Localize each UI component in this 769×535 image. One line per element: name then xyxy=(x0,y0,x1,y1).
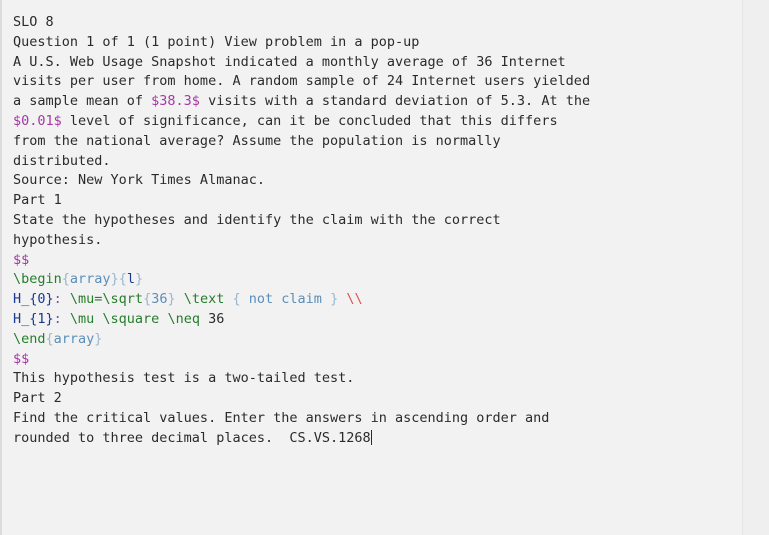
text-caret xyxy=(370,429,372,445)
end-command: \end xyxy=(13,330,46,347)
editor-line-20: Part 2 xyxy=(13,389,744,409)
line-5-text-before: a sample mean of xyxy=(13,93,152,110)
editor-line-13: $$ xyxy=(13,251,744,271)
editor-line-3: A U.S. Web Usage Snapshot indicated a mo… xyxy=(13,53,744,73)
alternative-hypothesis-identifier: H_{1} xyxy=(13,310,54,327)
editor-line-10: Part 1 xyxy=(13,191,744,211)
math-block-open-delimiter: $$ xyxy=(13,251,30,268)
open-brace: { xyxy=(61,271,70,288)
array-column-spec: l xyxy=(126,271,135,288)
open-brace: { xyxy=(118,271,127,288)
editor-line-2: Question 1 of 1 (1 point) View problem i… xyxy=(13,33,744,53)
mu-square-neq-commands: \mu \square \neq xyxy=(61,310,200,327)
line-6-text-after: level of significance, can it be conclud… xyxy=(61,112,558,129)
editor-line-1: SLO 8 xyxy=(13,13,744,33)
editor-line-17: \end{array} xyxy=(13,330,744,350)
editor-line-11: State the hypotheses and identify the cl… xyxy=(13,211,744,231)
close-brace: } xyxy=(110,271,119,288)
line-9-text: Source: New York Times Almanac. xyxy=(13,172,265,189)
open-brace: { xyxy=(143,291,152,308)
begin-command: \begin xyxy=(13,271,62,288)
latex-source-editor-pane[interactable]: SLO 8 Question 1 of 1 (1 point) View pro… xyxy=(0,0,769,535)
line-2-text: Question 1 of 1 (1 point) View problem i… xyxy=(13,33,420,50)
editor-line-5: a sample mean of $38.3$ visits with a st… xyxy=(13,92,744,112)
line-11-text: State the hypotheses and identify the cl… xyxy=(13,211,501,228)
mu-sqrt-commands: \mu=\sqrt xyxy=(61,291,144,308)
close-brace: } xyxy=(134,271,144,288)
hypothesis-value: 36 xyxy=(199,310,225,327)
editor-line-21: Find the critical values. Enter the answ… xyxy=(13,409,744,429)
line-7-text: from the national average? Assume the po… xyxy=(13,132,501,149)
math-block-close-delimiter: $$ xyxy=(13,350,30,367)
editor-line-14: \begin{array}{l} xyxy=(13,270,744,290)
line-20-text: Part 2 xyxy=(13,390,62,407)
line-12-text: hypothesis. xyxy=(13,231,103,248)
line-5-math-token: $38.3$ xyxy=(151,93,200,110)
null-hypothesis-identifier: H_{0} xyxy=(13,291,54,308)
close-brace: } xyxy=(167,291,176,308)
line-6-math-token: $0.01$ xyxy=(13,112,62,129)
open-brace: { xyxy=(224,291,241,308)
editor-line-19: This hypothesis test is a two-tailed tes… xyxy=(13,369,744,389)
text-argument-not-claim: not claim xyxy=(240,291,331,308)
vertical-scrollbar[interactable] xyxy=(742,0,769,535)
editor-text-content[interactable]: SLO 8 Question 1 of 1 (1 point) View pro… xyxy=(2,0,744,535)
array-environment-name: array xyxy=(53,330,95,347)
sqrt-argument: 36 xyxy=(151,291,168,308)
line-3-text: A U.S. Web Usage Snapshot indicated a mo… xyxy=(13,53,566,70)
line-8-text: distributed. xyxy=(13,152,111,169)
editor-line-16: H_{1}: \mu \square \neq 36 xyxy=(13,310,744,330)
line-21-text: Find the critical values. Enter the answ… xyxy=(13,409,550,426)
editor-line-8: distributed. xyxy=(13,152,744,172)
editor-line-22: rounded to three decimal places. CS.VS.1… xyxy=(13,429,744,449)
editor-line-6: $0.01$ level of significance, can it be … xyxy=(13,112,744,132)
problem-code: CS.VS.1268 xyxy=(289,429,371,446)
line-4-text: visits per user from home. A random samp… xyxy=(13,73,591,90)
editor-line-9: Source: New York Times Almanac. xyxy=(13,171,744,191)
editor-line-18: $$ xyxy=(13,350,744,370)
line-10-text: Part 1 xyxy=(13,192,62,209)
editor-line-12: hypothesis. xyxy=(13,231,744,251)
line-1-text: SLO 8 xyxy=(13,14,54,30)
text-command: \text xyxy=(175,291,225,308)
editor-line-15: H_{0}: \mu=\sqrt{36} \text { not claim }… xyxy=(13,290,744,310)
open-brace: { xyxy=(45,330,54,347)
close-brace: } xyxy=(330,291,339,308)
array-environment-name: array xyxy=(69,271,111,288)
editor-line-7: from the national average? Assume the po… xyxy=(13,132,744,152)
close-brace: } xyxy=(94,330,103,347)
colon-token: : xyxy=(53,291,62,308)
editor-line-4: visits per user from home. A random samp… xyxy=(13,72,744,92)
latex-newline-command: \\ xyxy=(338,291,363,308)
colon-token: : xyxy=(53,310,62,327)
line-19-text: This hypothesis test is a two-tailed tes… xyxy=(13,370,355,387)
line-5-text-after: visits with a standard deviation of 5.3.… xyxy=(199,93,591,110)
line-22-text: rounded to three decimal places. xyxy=(13,429,290,446)
